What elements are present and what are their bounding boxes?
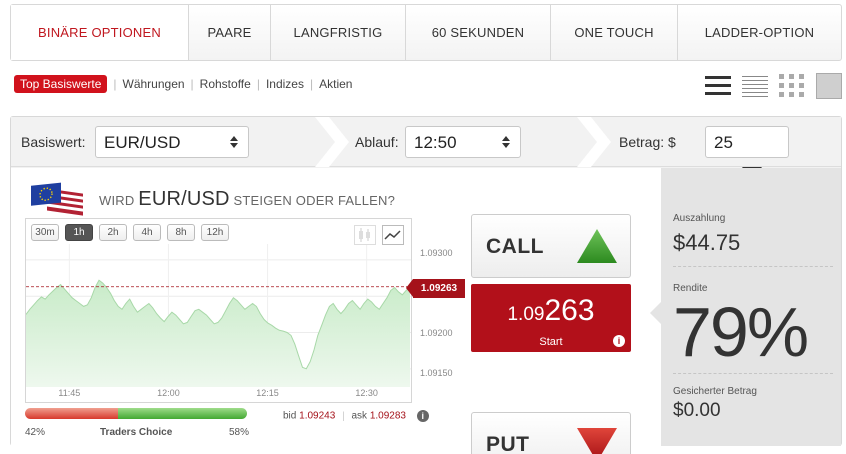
- divider: |: [190, 77, 194, 91]
- list-view-icon[interactable]: [705, 73, 731, 99]
- product-tabs: BINÄRE OPTIONEN PAARE LANGFRISTIG 60 SEK…: [10, 4, 842, 61]
- expiry-label: Ablauf:: [355, 134, 399, 150]
- tab-ladder-option[interactable]: LADDER-OPTION: [678, 5, 841, 60]
- start-price-box: 1.09263 Start i: [471, 284, 631, 352]
- traders-choice-label: Traders Choice: [100, 427, 173, 438]
- start-label: Start: [539, 336, 563, 348]
- pointer-icon: [650, 302, 661, 324]
- divider: [673, 266, 833, 267]
- chart-area: WIRD EUR/USD STEIGEN ODER FALLEN? 11:45 1…: [11, 168, 661, 454]
- return-value: 79%: [673, 293, 809, 371]
- divider: |: [309, 77, 314, 91]
- single-view-icon[interactable]: [816, 73, 842, 99]
- tab-one-touch[interactable]: ONE TOUCH: [551, 5, 678, 60]
- filter-currencies[interactable]: Währungen: [123, 77, 185, 91]
- payout-summary: Auszahlung $44.75 Rendite 79% Gesicherte…: [650, 168, 841, 446]
- put-button[interactable]: PUT: [471, 412, 631, 454]
- x-tick-label: 12:00: [157, 388, 180, 398]
- payout-value: $44.75: [673, 230, 741, 255]
- question-suffix: STEIGEN ODER FALLEN?: [233, 193, 396, 208]
- timeframe-4h-button[interactable]: 4h: [133, 224, 161, 241]
- divider: |: [256, 77, 260, 91]
- traders-choice-bar: [25, 408, 247, 419]
- x-tick-label: 11:45: [58, 388, 80, 398]
- ask-label: ask: [351, 410, 368, 422]
- candlestick-chart-icon[interactable]: [354, 225, 376, 245]
- arrow-down-icon: [577, 428, 617, 454]
- asset-filter-bar: Top Basiswerte | Währungen | Rohstoffe |…: [14, 75, 352, 93]
- prediction-question: WIRD EUR/USD STEIGEN ODER FALLEN?: [99, 188, 395, 211]
- current-price-tag: 1.09263: [406, 279, 465, 298]
- timeframe-8h-button[interactable]: 8h: [167, 224, 195, 241]
- start-price-pips: 263: [544, 294, 595, 327]
- sell-sentiment-fill: [25, 408, 119, 419]
- filter-stocks[interactable]: Aktien: [319, 77, 352, 91]
- timeframe-2h-button[interactable]: 2h: [99, 224, 127, 241]
- bid-value: 1.09243: [299, 410, 336, 422]
- filter-indices[interactable]: Indizes: [266, 77, 304, 91]
- divider: |: [342, 410, 345, 422]
- y-tick-label: 1.09150: [420, 368, 453, 378]
- amount-input[interactable]: 25: [705, 126, 789, 158]
- trade-panel: Basiswert: EUR/USD Ablauf: 12:50 Betrag:…: [10, 116, 842, 454]
- info-icon[interactable]: i: [613, 335, 625, 347]
- divider: [673, 373, 833, 374]
- tab-long-term[interactable]: LANGFRISTIG: [271, 5, 406, 60]
- question-pair: EUR/USD: [138, 188, 230, 210]
- tab-binary-options[interactable]: BINÄRE OPTIONEN: [11, 5, 189, 60]
- arrow-up-icon: [577, 229, 617, 263]
- grid-view-icon[interactable]: [779, 73, 805, 99]
- filter-top-assets[interactable]: Top Basiswerte: [14, 75, 108, 93]
- chevron-divider-icon: [577, 117, 611, 167]
- asset-label: Basiswert:: [21, 134, 86, 150]
- asset-select[interactable]: EUR/USD: [95, 126, 249, 158]
- buy-sentiment-fill: [118, 408, 247, 419]
- x-tick-label: 12:30: [355, 388, 378, 398]
- secured-amount-value: $0.00: [673, 400, 721, 421]
- start-price: 1.09263: [471, 294, 631, 328]
- price-chart: 11:45 12:00 12:15 12:30 30m 1h 2h 4h 8h 12h: [25, 218, 412, 403]
- start-price-prefix: 1.09: [507, 304, 545, 325]
- timeframe-30m-button[interactable]: 30m: [31, 224, 59, 241]
- bid-label: bid: [283, 410, 297, 422]
- y-tick-label: 1.09200: [420, 328, 453, 338]
- line-chart-icon[interactable]: [382, 225, 404, 245]
- ask-value: 1.09283: [369, 410, 406, 422]
- tab-pairs[interactable]: PAARE: [189, 5, 271, 60]
- asset-select-value: EUR/USD: [104, 133, 181, 152]
- eu-us-flag-icon: [31, 182, 83, 216]
- info-icon[interactable]: i: [416, 410, 429, 422]
- call-button[interactable]: CALL: [471, 214, 631, 278]
- put-label: PUT: [486, 433, 530, 454]
- bid-ask-quote: bid 1.09243 | ask 1.09283 i: [283, 410, 429, 422]
- payout-label: Auszahlung: [673, 213, 726, 224]
- expiry-select-value: 12:50: [414, 133, 457, 152]
- y-tick-label: 1.09300: [420, 248, 453, 258]
- sell-percent: 42%: [25, 427, 46, 438]
- divider: |: [113, 77, 117, 91]
- expiry-select[interactable]: 12:50: [405, 126, 521, 158]
- question-prefix: WIRD: [99, 193, 135, 208]
- filter-commodities[interactable]: Rohstoffe: [200, 77, 251, 91]
- select-arrows-icon: [230, 136, 238, 148]
- buy-percent: 58%: [229, 427, 250, 438]
- trade-controls: Basiswert: EUR/USD Ablauf: 12:50 Betrag:…: [11, 117, 841, 167]
- view-switcher: [705, 73, 842, 99]
- amount-label: Betrag: $: [619, 134, 676, 150]
- select-arrows-icon: [502, 136, 510, 148]
- x-tick-label: 12:15: [256, 388, 279, 398]
- call-label: CALL: [486, 235, 544, 258]
- tab-60-seconds[interactable]: 60 SEKUNDEN: [406, 5, 551, 60]
- secured-amount-label: Gesicherter Betrag: [673, 386, 757, 397]
- compact-list-view-icon[interactable]: [742, 73, 768, 99]
- timeframe-1h-button[interactable]: 1h: [65, 224, 93, 241]
- price-chart-svg: 11:45 12:00 12:15 12:30: [26, 244, 411, 398]
- timeframe-12h-button[interactable]: 12h: [201, 224, 229, 241]
- chevron-divider-icon: [315, 117, 349, 167]
- amount-input-value: 25: [714, 133, 733, 152]
